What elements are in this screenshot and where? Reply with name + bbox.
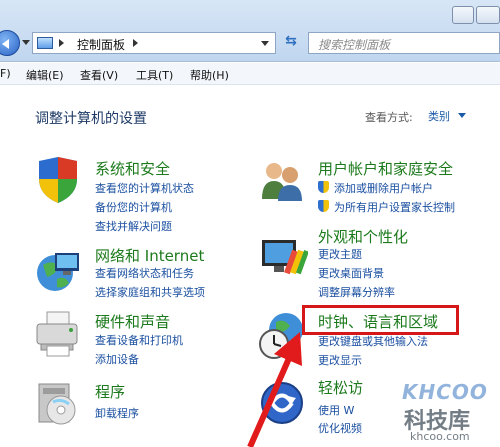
link-uninstall-program[interactable]: 卸载程序 bbox=[95, 405, 139, 421]
highlight-box bbox=[302, 305, 459, 335]
history-dropdown-icon[interactable] bbox=[22, 40, 30, 45]
uac-shield-icon bbox=[318, 200, 329, 212]
search-input[interactable]: 搜索控制面板 bbox=[308, 32, 500, 54]
breadcrumb-separator-icon[interactable] bbox=[133, 39, 138, 47]
menu-tools[interactable]: 工具(T) bbox=[136, 67, 173, 83]
link-backup-computer[interactable]: 备份您的计算机 bbox=[95, 199, 172, 215]
category-appearance-title[interactable]: 外观和个性化 bbox=[318, 226, 408, 247]
red-arrow-icon bbox=[247, 332, 302, 447]
link-add-remove-accounts[interactable]: 添加或删除用户帐户 bbox=[334, 180, 433, 196]
back-arrow-icon[interactable] bbox=[0, 30, 20, 56]
programs-disc-icon[interactable] bbox=[33, 378, 83, 428]
link-use-windows-suggestions[interactable]: 使用 W bbox=[318, 402, 354, 418]
link-homegroup-sharing[interactable]: 选择家庭组和共享选项 bbox=[95, 284, 205, 300]
link-screen-resolution[interactable]: 调整屏幕分辨率 bbox=[318, 284, 395, 300]
printer-icon[interactable] bbox=[33, 308, 83, 358]
watermark-logo: KHCOO bbox=[402, 380, 488, 404]
menu-bar: F) 编辑(E) 查看(V) 工具(T) 帮助(H) bbox=[0, 63, 500, 85]
link-optimize-display[interactable]: 优化视频 bbox=[318, 420, 362, 436]
menu-file[interactable]: F) bbox=[0, 67, 11, 80]
watermark-url: khcoo.com bbox=[410, 430, 470, 443]
link-view-computer-status[interactable]: 查看您的计算机状态 bbox=[95, 180, 194, 196]
users-icon[interactable] bbox=[258, 155, 308, 205]
page-title: 调整计算机的设置 bbox=[35, 111, 147, 127]
category-system-security-title[interactable]: 系统和安全 bbox=[95, 158, 170, 179]
category-hardware-sound-title[interactable]: 硬件和声音 bbox=[95, 311, 170, 332]
breadcrumb-control-panel[interactable]: 控制面板 bbox=[77, 36, 125, 53]
view-by-label: 查看方式: bbox=[365, 111, 413, 124]
category-programs-title[interactable]: 程序 bbox=[95, 381, 125, 402]
appearance-icon[interactable] bbox=[258, 232, 309, 282]
refresh-icon[interactable]: ⇆ bbox=[280, 33, 302, 53]
link-add-device[interactable]: 添加设备 bbox=[95, 351, 139, 367]
link-parental-controls[interactable]: 为所有用户设置家长控制 bbox=[334, 199, 455, 215]
link-devices-printers[interactable]: 查看设备和打印机 bbox=[95, 332, 183, 348]
chevron-down-icon[interactable] bbox=[458, 113, 466, 118]
category-network-title[interactable]: 网络和 Internet bbox=[95, 245, 204, 266]
link-change-input-method[interactable]: 更改键盘或其他输入法 bbox=[318, 333, 428, 349]
menu-view[interactable]: 查看(V) bbox=[80, 67, 118, 83]
view-by-dropdown[interactable]: 类别 bbox=[428, 108, 450, 124]
link-change-display-language[interactable]: 更改显示 bbox=[318, 352, 362, 368]
breadcrumb-separator-icon[interactable] bbox=[59, 39, 64, 47]
link-change-desktop-background[interactable]: 更改桌面背景 bbox=[318, 265, 384, 281]
menu-edit[interactable]: 编辑(E) bbox=[26, 67, 64, 83]
menu-help[interactable]: 帮助(H) bbox=[190, 67, 229, 83]
link-network-status[interactable]: 查看网络状态和任务 bbox=[95, 265, 194, 281]
window-header: 控制面板 ⇆ 搜索控制面板 bbox=[0, 0, 500, 62]
uac-shield-icon bbox=[318, 181, 329, 193]
address-dropdown-icon[interactable] bbox=[261, 41, 269, 46]
link-troubleshoot[interactable]: 查找并解决问题 bbox=[95, 218, 172, 234]
minimize-button[interactable] bbox=[452, 6, 474, 24]
search-placeholder: 搜索控制面板 bbox=[318, 38, 391, 52]
address-bar[interactable]: 控制面板 bbox=[32, 32, 276, 54]
network-globe-icon[interactable] bbox=[33, 245, 83, 295]
link-change-theme[interactable]: 更改主题 bbox=[318, 246, 362, 262]
shield-icon[interactable] bbox=[33, 155, 83, 205]
category-user-accounts-title[interactable]: 用户帐户和家庭安全 bbox=[318, 158, 453, 179]
maximize-button[interactable] bbox=[476, 6, 500, 24]
category-ease-of-access-title[interactable]: 轻松访 bbox=[318, 377, 363, 398]
control-panel-icon bbox=[37, 37, 53, 49]
